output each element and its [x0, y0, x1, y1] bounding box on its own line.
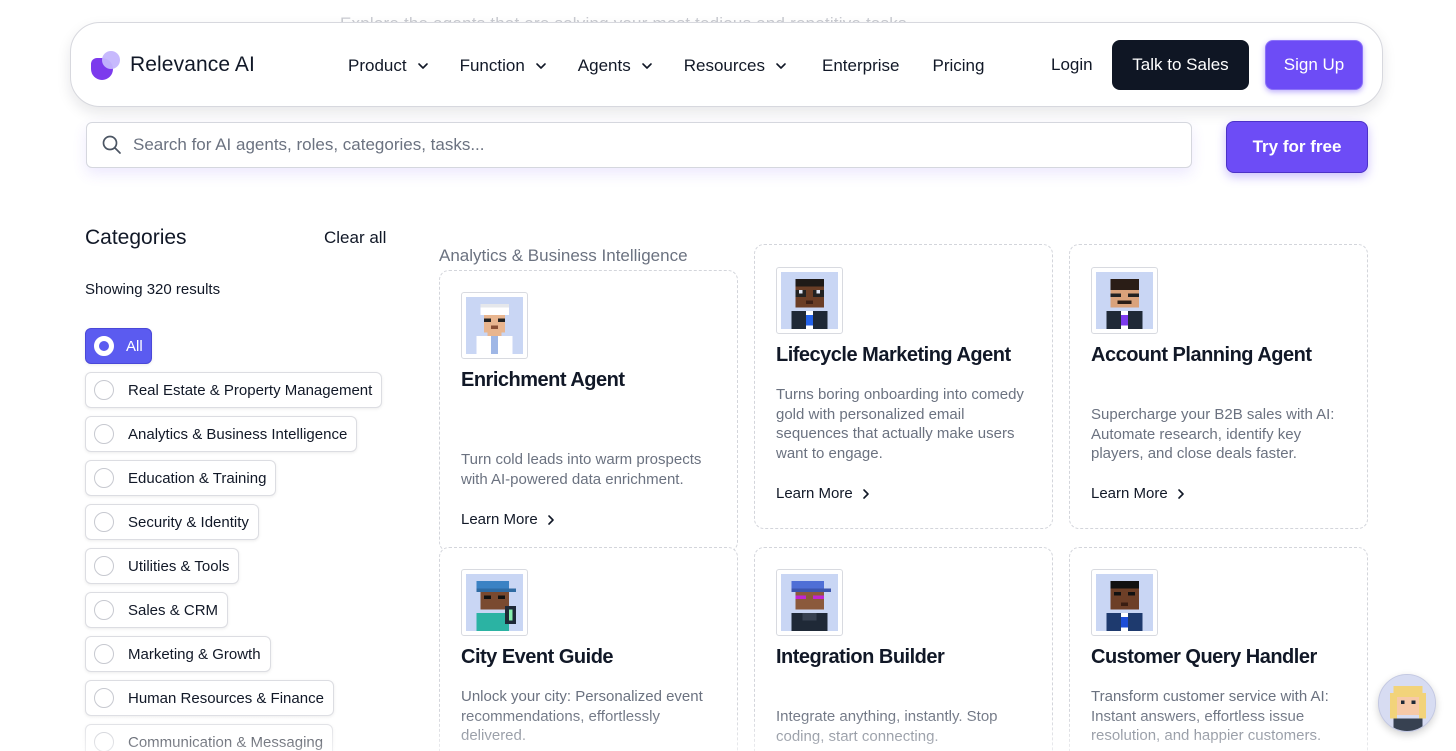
- category-label: Education & Training: [128, 469, 267, 487]
- agent-card[interactable]: Lifecycle Marketing Agent Turns boring o…: [754, 244, 1053, 529]
- categories-heading: Categories: [85, 226, 187, 249]
- agent-card-description: Unlock your city: Personalized event rec…: [461, 688, 703, 744]
- nav-agents[interactable]: Agents: [578, 56, 654, 76]
- nav-resources-label: Resources: [683, 55, 765, 75]
- agent-card-title: Account Planning Agent: [1091, 344, 1312, 366]
- clear-all-button[interactable]: Clear all: [324, 228, 386, 248]
- nav-function[interactable]: Function: [460, 56, 548, 76]
- category-label: Analytics & Business Intelligence: [128, 425, 348, 443]
- chat-assistant-avatar-icon[interactable]: [1378, 674, 1436, 732]
- chevron-down-icon: [776, 62, 786, 69]
- chevron-down-icon: [641, 62, 652, 69]
- category-label: Marketing & Growth: [128, 645, 261, 663]
- agent-avatar-suit-icon: [1091, 267, 1158, 334]
- top-navbar: Relevance AI Product Function Agents Res…: [70, 22, 1383, 107]
- login-link[interactable]: Login: [1051, 55, 1093, 75]
- nav-enterprise[interactable]: Enterprise: [822, 56, 899, 76]
- agent-card[interactable]: City Event Guide Unlock your city: Perso…: [439, 547, 738, 751]
- agent-card[interactable]: Customer Query Handler Transform custome…: [1069, 547, 1368, 751]
- agent-card-title: Enrichment Agent: [461, 369, 625, 391]
- agent-card[interactable]: Account Planning Agent Supercharge your …: [1069, 244, 1368, 529]
- chevron-right-icon: [1177, 488, 1184, 499]
- chevron-right-icon: [862, 488, 869, 499]
- learn-more-link[interactable]: Learn More: [776, 485, 871, 502]
- category-chip-real-estate[interactable]: Real Estate & Property Management: [85, 372, 383, 408]
- radio-icon: [94, 732, 114, 751]
- learn-more-link[interactable]: Learn More: [461, 511, 556, 528]
- logo[interactable]: Relevance AI: [91, 50, 255, 80]
- try-for-free-button[interactable]: Try for free: [1226, 121, 1368, 173]
- category-chip-sales[interactable]: Sales & CRM: [85, 592, 229, 628]
- talk-to-sales-button[interactable]: Talk to Sales: [1112, 40, 1249, 90]
- radio-icon: [94, 688, 114, 708]
- agent-card-title: Lifecycle Marketing Agent: [776, 344, 1011, 366]
- agent-card[interactable]: Integration Builder Integrate anything, …: [754, 547, 1053, 751]
- nav-product-label: Product: [348, 55, 407, 75]
- agent-card-description: Transform customer service with AI: Inst…: [1091, 688, 1329, 744]
- nav-pricing[interactable]: Pricing: [932, 56, 984, 76]
- agent-card-description: Integrate anything, instantly. Stop codi…: [776, 708, 998, 745]
- agent-avatar-doctor-icon: [461, 292, 528, 359]
- category-label: Security & Identity: [128, 513, 249, 531]
- category-chip-security[interactable]: Security & Identity: [85, 504, 259, 540]
- agent-avatar-cap-hoodie-icon: [776, 569, 843, 636]
- learn-more-label: Learn More: [1091, 485, 1168, 502]
- nav-product[interactable]: Product: [348, 56, 430, 76]
- relevance-logo-icon: [91, 50, 121, 80]
- logo-text: Relevance AI: [130, 52, 255, 76]
- agent-card-description: Turn cold leads into warm prospects with…: [461, 451, 702, 488]
- category-chip-marketing[interactable]: Marketing & Growth: [85, 636, 271, 672]
- search-icon: [102, 135, 121, 154]
- category-label: Communication & Messaging: [128, 733, 324, 751]
- agent-card[interactable]: Enrichment Agent Turn cold leads into wa…: [439, 270, 738, 552]
- chevron-right-icon: [547, 514, 554, 525]
- category-chip-all[interactable]: All: [85, 328, 152, 364]
- agent-card-title: City Event Guide: [461, 646, 614, 668]
- chevron-down-icon: [535, 62, 546, 69]
- radio-icon: [94, 380, 114, 400]
- agent-card-title: Customer Query Handler: [1091, 646, 1317, 668]
- search-input[interactable]: [133, 135, 1133, 155]
- category-label: Human Resources & Finance: [128, 689, 324, 707]
- category-chip-analytics[interactable]: Analytics & Business Intelligence: [85, 416, 358, 452]
- nav-resources[interactable]: Resources: [684, 56, 788, 76]
- results-count: Showing 320 results: [85, 281, 221, 298]
- learn-more-label: Learn More: [776, 485, 853, 502]
- category-label: Real Estate & Property Management: [128, 381, 373, 399]
- nav-enterprise-label: Enterprise: [822, 55, 900, 75]
- agent-avatar-suit-tie-icon: [1091, 569, 1158, 636]
- nav-agents-label: Agents: [577, 55, 631, 75]
- sign-up-button[interactable]: Sign Up: [1265, 40, 1363, 90]
- category-label: All: [126, 337, 143, 355]
- agent-avatar-cap-phone-icon: [461, 569, 528, 636]
- radio-icon: [94, 468, 114, 488]
- agent-search-bar: [86, 122, 1192, 168]
- radio-icon: [94, 424, 114, 444]
- agent-card-description: Turns boring onboarding into comedy gold…: [776, 386, 1024, 462]
- radio-icon: [94, 556, 114, 576]
- nav-function-label: Function: [459, 55, 525, 75]
- category-chip-hr-finance[interactable]: Human Resources & Finance: [85, 680, 334, 716]
- agent-card-title: Integration Builder: [776, 646, 945, 668]
- learn-more-link[interactable]: Learn More: [1091, 485, 1186, 502]
- category-label: Sales & CRM: [128, 601, 219, 619]
- category-group-heading: Analytics & Business Intelligence: [439, 246, 688, 265]
- nav-pricing-label: Pricing: [932, 55, 985, 75]
- agent-avatar-glasses-suit-icon: [776, 267, 843, 334]
- category-label: Utilities & Tools: [128, 557, 230, 575]
- category-chip-utilities[interactable]: Utilities & Tools: [85, 548, 240, 584]
- radio-selected-icon: [94, 336, 114, 356]
- category-chip-communication[interactable]: Communication & Messaging: [85, 724, 334, 751]
- page: Explore the agents that are solving your…: [0, 0, 1456, 751]
- learn-more-label: Learn More: [461, 511, 538, 528]
- category-chip-education[interactable]: Education & Training: [85, 460, 277, 496]
- chevron-down-icon: [417, 62, 428, 69]
- radio-icon: [94, 644, 114, 664]
- agent-card-description: Supercharge your B2B sales with AI: Auto…: [1091, 406, 1335, 462]
- radio-icon: [94, 512, 114, 532]
- radio-icon: [94, 600, 114, 620]
- main-nav: Product Function Agents Resources Enterp…: [348, 23, 1014, 108]
